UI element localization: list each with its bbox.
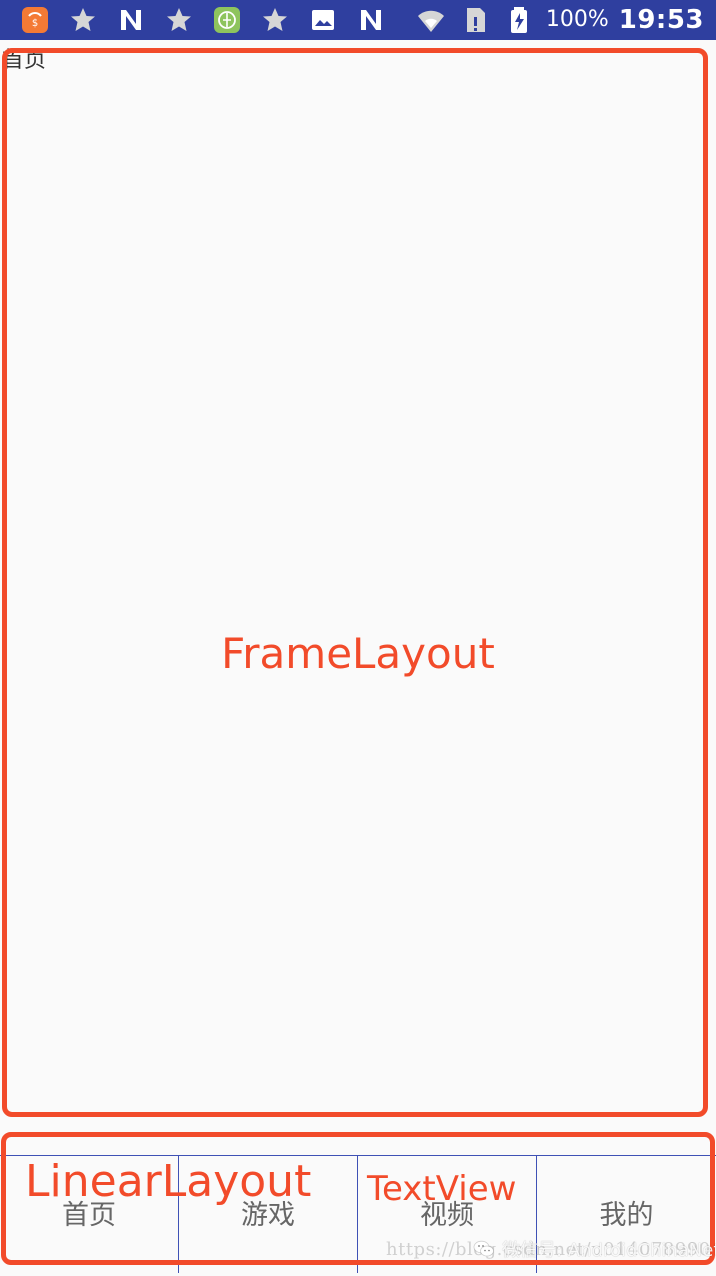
battery-percentage: 100% — [545, 7, 609, 32]
wifi-icon — [414, 3, 448, 37]
svg-text:$: $ — [32, 18, 38, 29]
status-bar-system-icons: 100% 19:53 — [414, 0, 704, 40]
status-bar-notification-icons: $ — [18, 0, 388, 40]
star-icon — [258, 3, 292, 37]
n-icon — [114, 3, 148, 37]
n-icon — [354, 3, 388, 37]
textview-annotation: TextView — [367, 1169, 517, 1209]
android-screen: $ 100% 19:53 首页 FrameLayout 首页 游戏 视频 我的 … — [0, 0, 716, 1276]
frame-layout-annotation: FrameLayout — [221, 629, 495, 678]
battery-icon — [502, 3, 536, 37]
green-app-icon — [210, 3, 244, 37]
star-icon — [66, 3, 100, 37]
frame-layout-container — [2, 48, 708, 1117]
bottom-nav-profile-label: 我的 — [599, 1200, 654, 1231]
status-bar: $ 100% 19:53 — [0, 0, 716, 40]
image-icon — [306, 3, 340, 37]
sim-alert-icon — [458, 3, 492, 37]
linear-layout-annotation: LinearLayout — [25, 1156, 312, 1207]
star-icon — [162, 3, 196, 37]
status-time: 19:53 — [618, 5, 704, 35]
bottom-nav-profile-tab[interactable]: 我的 — [537, 1156, 716, 1273]
app-icon: $ — [18, 3, 52, 37]
